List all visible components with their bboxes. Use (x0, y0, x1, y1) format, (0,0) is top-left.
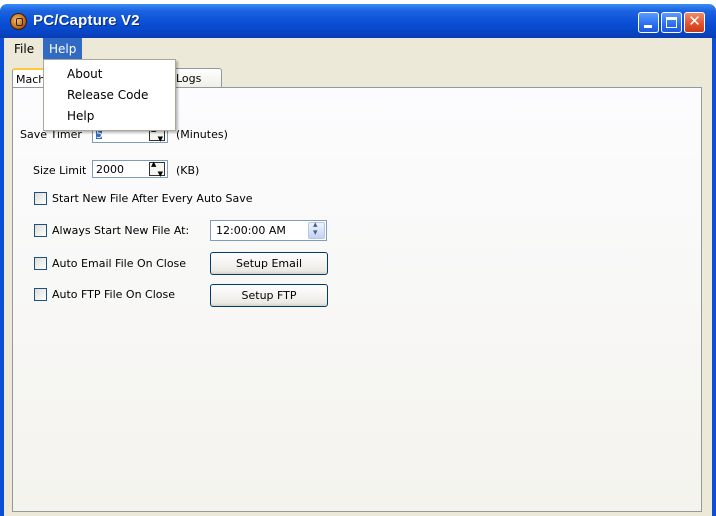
maximize-button[interactable] (661, 12, 682, 33)
start-new-after-autosave-checkbox[interactable] (34, 192, 47, 205)
help-dropdown-menu: About Release Code Help (43, 59, 176, 131)
start-new-after-autosave-label[interactable]: Start New File After Every Auto Save (52, 192, 252, 205)
size-limit-value: 2000 (96, 163, 124, 176)
start-time-value: 12:00:00 AM (216, 224, 286, 237)
save-timer-unit: (Minutes) (176, 128, 228, 141)
close-button[interactable]: ✕ (684, 12, 705, 33)
menu-item-help[interactable]: Help (45, 106, 174, 126)
app-icon[interactable] (10, 13, 27, 30)
auto-ftp-label[interactable]: Auto FTP File On Close (52, 288, 175, 301)
size-limit-label: Size Limit (33, 164, 87, 177)
size-limit-unit: (KB) (176, 164, 200, 177)
close-icon: ✕ (688, 12, 701, 30)
start-time-picker[interactable]: 12:00:00 AM (210, 220, 327, 241)
auto-ftp-checkbox[interactable] (34, 288, 47, 301)
size-limit-spinner[interactable]: 2000 (92, 160, 168, 178)
always-start-new-checkbox[interactable] (34, 224, 47, 237)
setup-email-button[interactable]: Setup Email (210, 252, 328, 275)
app-window: PC/Capture V2 ✕ File Help Mach Logs Save… (0, 0, 716, 516)
tab-logs[interactable]: Logs (172, 68, 222, 88)
title-bar[interactable]: PC/Capture V2 ✕ (0, 4, 716, 38)
menu-file[interactable]: File (8, 38, 40, 60)
time-spin-icon[interactable] (308, 220, 325, 239)
maximize-icon (666, 17, 677, 28)
minimize-button[interactable] (638, 12, 659, 33)
menu-bar: File Help (4, 38, 712, 60)
always-start-new-label[interactable]: Always Start New File At: (52, 224, 189, 237)
auto-email-checkbox[interactable] (34, 257, 47, 270)
window-title: PC/Capture V2 (33, 12, 140, 29)
menu-item-release-code[interactable]: Release Code (45, 85, 174, 105)
menu-item-about[interactable]: About (45, 64, 174, 84)
size-limit-spin-icon[interactable] (149, 160, 165, 178)
minimize-icon (644, 25, 652, 28)
auto-email-label[interactable]: Auto Email File On Close (52, 257, 186, 270)
setup-ftp-button[interactable]: Setup FTP (210, 284, 328, 307)
window-frame-right (712, 38, 716, 516)
menu-help[interactable]: Help (43, 38, 83, 60)
